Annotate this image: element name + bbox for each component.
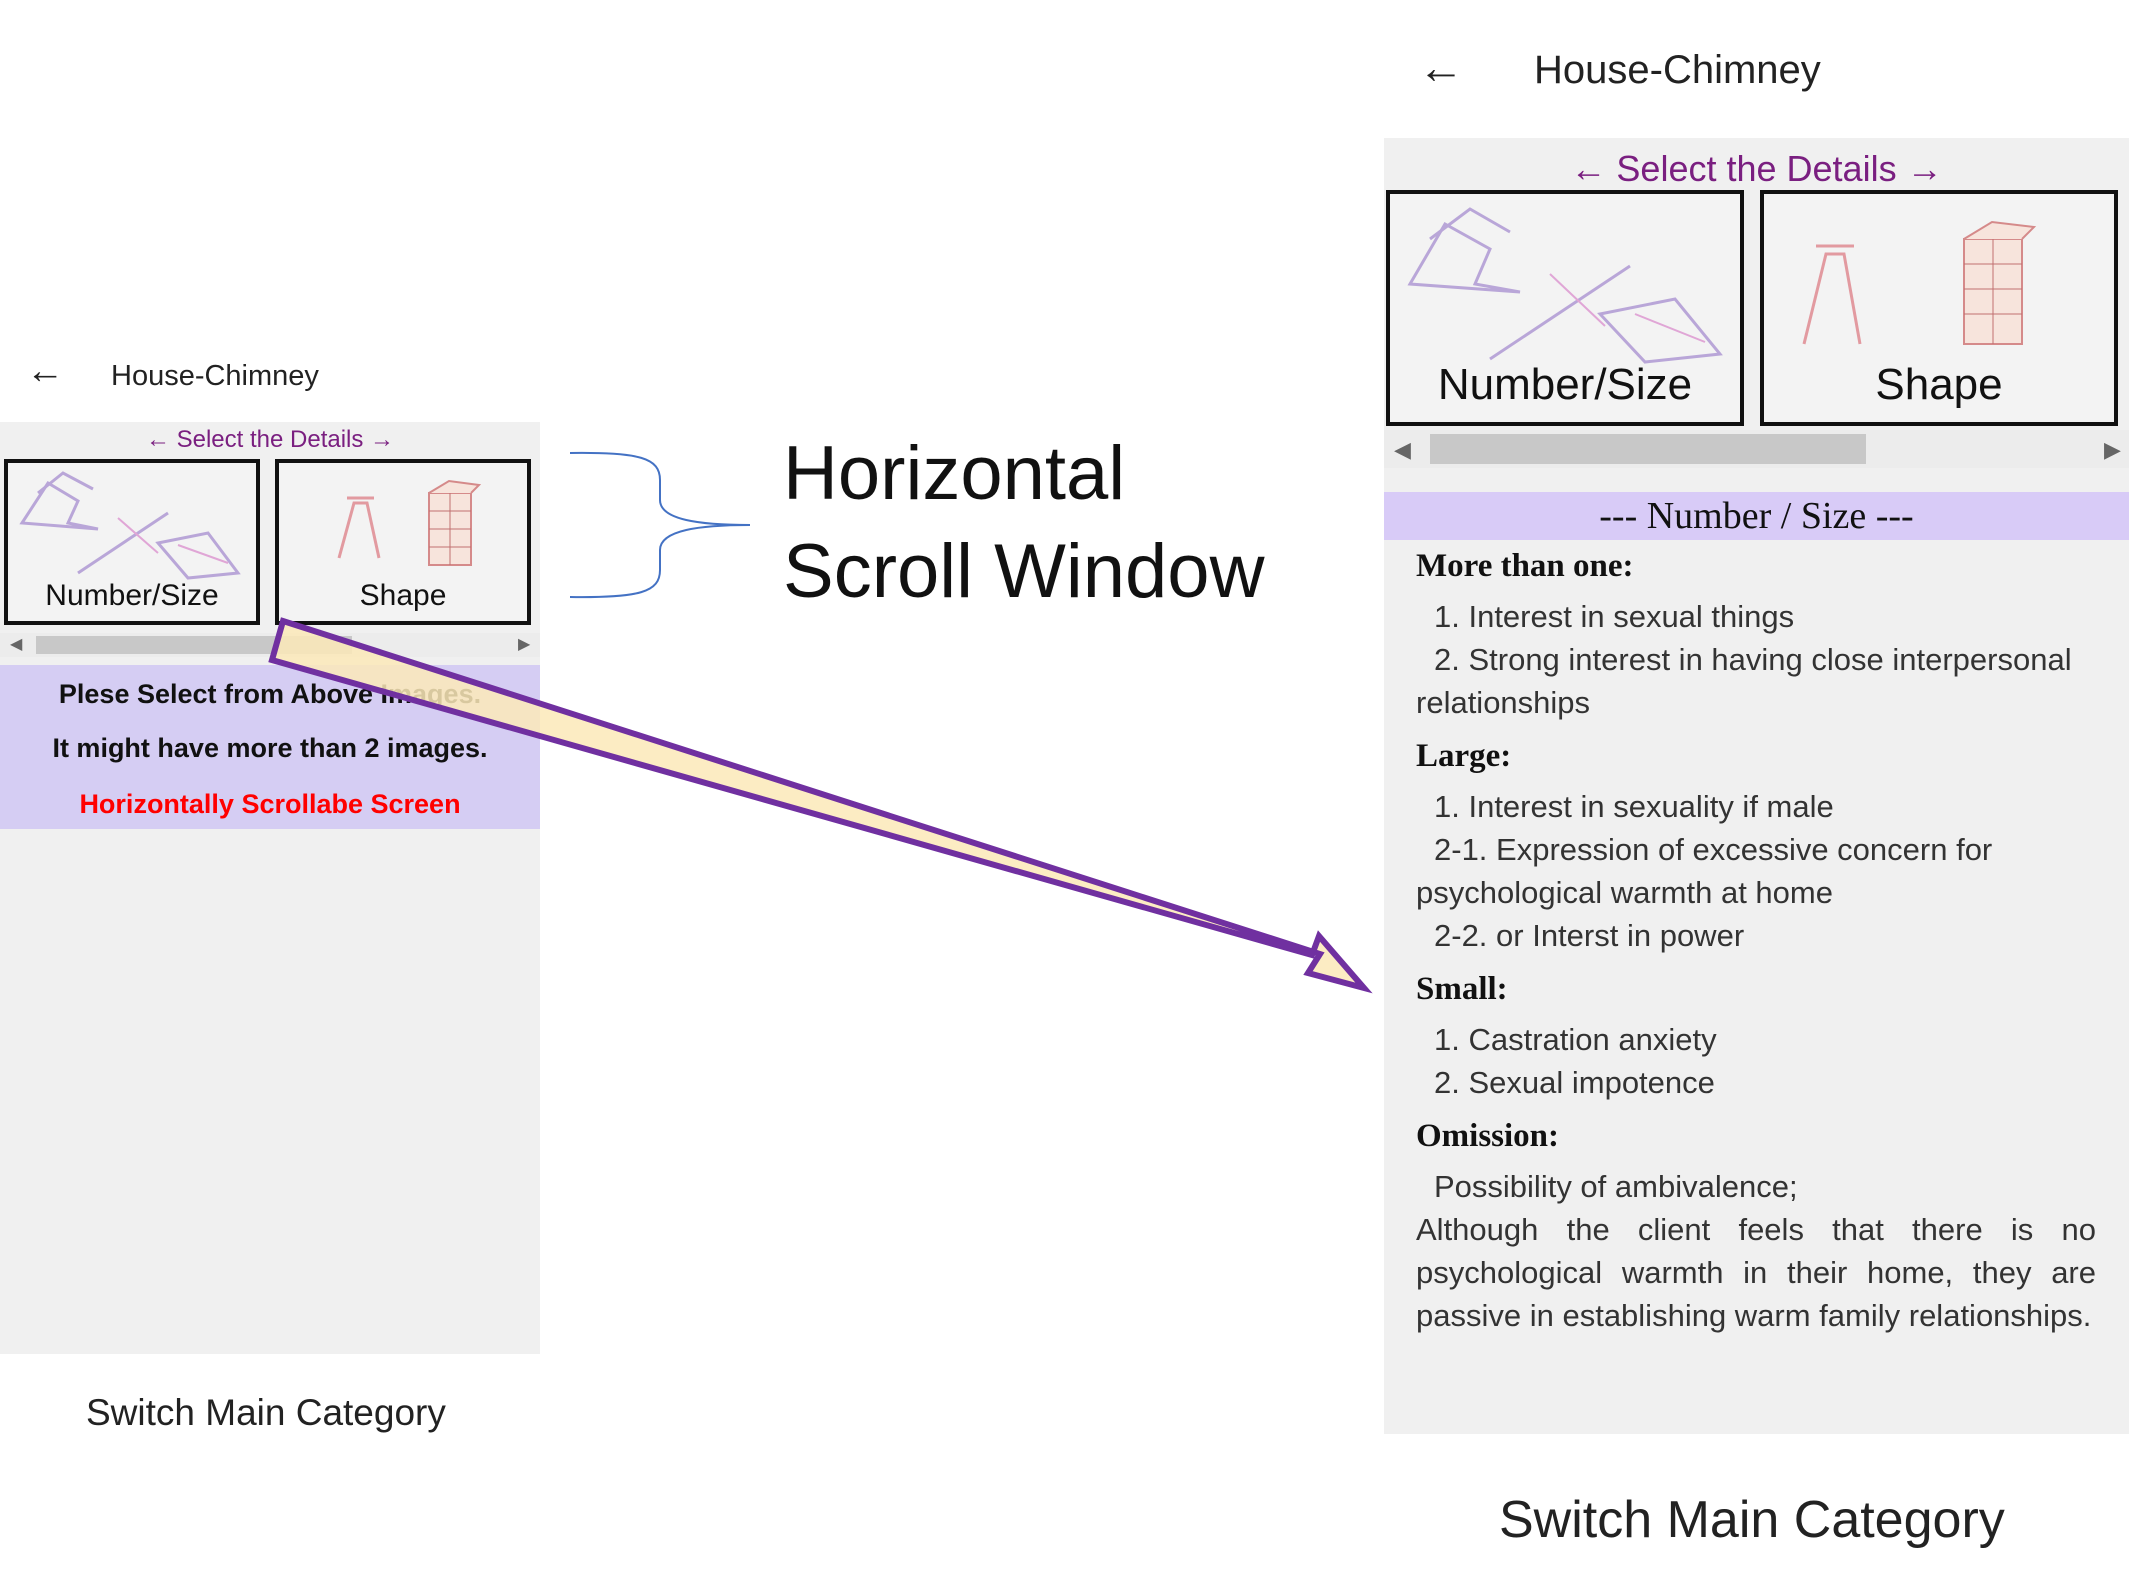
detail-item: 1. Castration anxiety	[1434, 1022, 1717, 1057]
detail-item: 2-2. or Interst in power	[1434, 918, 1745, 953]
detail-item: 2-1. Expression of excessive concern for	[1434, 832, 1993, 867]
pointer-arrow-icon	[268, 617, 1373, 994]
scroll-thumb[interactable]	[1430, 434, 1866, 464]
scroll-right-arrow-icon[interactable]: ▶	[2104, 439, 2121, 461]
details-panel: More than one: 1. Interest in sexual thi…	[1416, 548, 2096, 1337]
right-app-screen: ← House-Chimney ← Select the Details → N…	[1384, 0, 2129, 1582]
back-arrow-icon[interactable]: ←	[1418, 44, 1464, 90]
section-header: --- Number / Size ---	[1384, 492, 2129, 540]
heading-more-than-one: More than one:	[1416, 548, 1634, 584]
heading-omission: Omission:	[1416, 1118, 1560, 1154]
detail-item: psychological warmth at home	[1416, 875, 1833, 910]
annotation-line-2: Scroll Window	[783, 529, 1265, 614]
page-title: House-Chimney	[1534, 48, 1821, 92]
content-area: ← Select the Details → Number/Size Shape…	[1384, 138, 2129, 1434]
tile-label: Number/Size	[1437, 360, 1693, 409]
annotation-label: Horizontal Scroll Window	[783, 425, 1264, 621]
detail-item: relationships	[1416, 685, 1591, 720]
switch-main-category-button[interactable]: Switch Main Category	[1499, 1490, 2005, 1550]
tile-shape[interactable]: Shape	[1760, 190, 2118, 426]
detail-item: 1. Interest in sexual things	[1434, 599, 1795, 634]
horizontal-scrollbar[interactable]: ◀ ▶	[1384, 430, 2129, 468]
tile-number-size[interactable]: Number/Size	[1386, 190, 1744, 426]
annotation-line-1: Horizontal	[783, 431, 1126, 516]
heading-small: Small:	[1416, 971, 1508, 1007]
tile-label: Shape	[1875, 360, 2003, 409]
detail-item: 2. Strong interest in having close inter…	[1434, 642, 2072, 677]
select-details-label: ← Select the Details →	[1570, 148, 1943, 189]
chimney-shape-sketch-icon	[1802, 220, 2037, 345]
detail-paragraph: Although the client feels that there is …	[1416, 1212, 2096, 1333]
detail-item: Possibility of ambivalence;	[1434, 1169, 1798, 1204]
heading-large: Large:	[1416, 738, 1512, 774]
detail-item: 2. Sexual impotence	[1434, 1065, 1715, 1100]
scroll-left-arrow-icon[interactable]: ◀	[1394, 439, 1411, 461]
number-size-sketch-icon	[1407, 207, 1723, 364]
detail-item: 1. Interest in sexuality if male	[1434, 789, 1834, 824]
curly-brace-icon	[569, 451, 751, 599]
